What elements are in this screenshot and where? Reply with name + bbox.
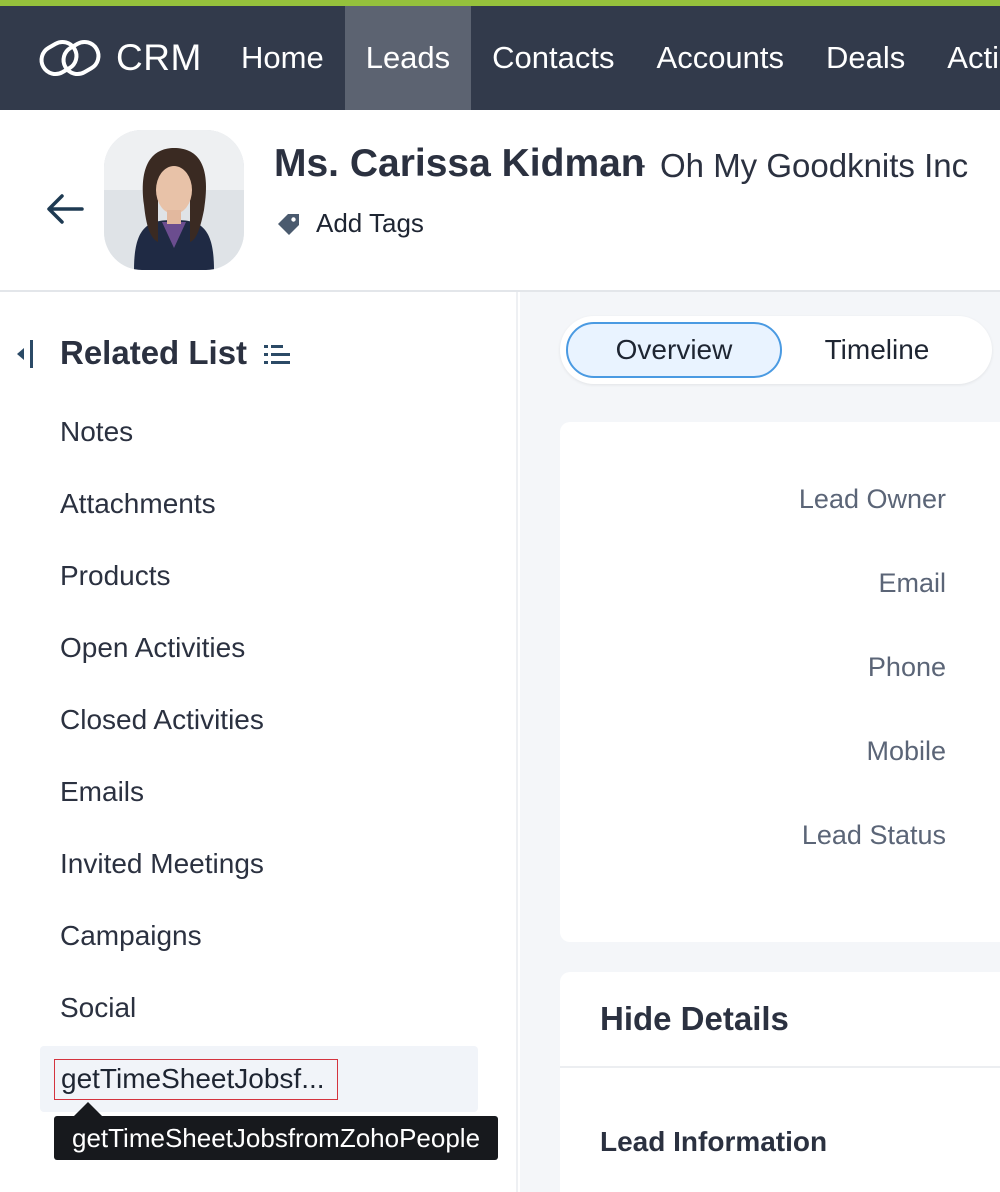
main-nav: Home Leads Contacts Accounts Deals Acti [220,6,1000,110]
divider [560,1066,1000,1068]
field-label-mobile: Mobile [866,736,946,766]
tag-icon [278,213,299,235]
avatar[interactable] [104,130,244,270]
tab-timeline[interactable]: Timeline [788,322,966,378]
related-item-products[interactable]: Products [60,560,171,592]
nav-contacts[interactable]: Contacts [471,6,635,110]
tooltip: getTimeSheetJobsfromZohoPeople [54,1116,499,1160]
view-tab-switch: Overview Timeline [560,316,992,384]
collapse-sidebar-icon[interactable] [14,338,38,370]
related-list-title: Related List [60,334,248,371]
related-item-campaigns[interactable]: Campaigns [60,920,202,952]
related-item-closed-activities[interactable]: Closed Activities [60,704,264,736]
nav-leads[interactable]: Leads [344,6,472,110]
brand[interactable]: CRM [38,36,202,80]
overview-card: Lead Owner Email Phone Mobile Lead Statu… [560,422,1000,942]
nav-accounts[interactable]: Accounts [636,6,806,110]
record-company[interactable]: Oh My Goodknits Inc [660,147,968,185]
related-item-social[interactable]: Social [60,992,136,1024]
nav-deals[interactable]: Deals [805,6,926,110]
record-name: Ms. Carissa Kidman [274,142,645,185]
add-tags-label: Add Tags [316,208,424,238]
main-content: Overview Timeline Lead Owner Email Phone… [520,292,1000,1192]
hide-details-toggle[interactable]: Hide Details [600,1000,789,1038]
field-label-email: Email [878,568,946,598]
tooltip-arrow [74,1102,102,1116]
related-item-get-timesheet-jobs[interactable]: getTimeSheetJobsf... [54,1059,338,1100]
field-label-phone: Phone [867,652,946,682]
field-label-lead-owner: Lead Owner [798,484,946,514]
name-company-separator: - [636,148,646,181]
related-list-sidebar: Related List Notes Attachments Products … [0,292,518,1192]
profile-photo [104,130,244,270]
add-tags-button[interactable]: Add Tags [276,208,424,239]
related-item-emails[interactable]: Emails [60,776,144,808]
related-item-open-activities[interactable]: Open Activities [60,632,245,664]
zoho-crm-logo-icon [39,40,101,76]
related-item-invited-meetings[interactable]: Invited Meetings [60,848,264,880]
reorder-list-icon[interactable] [262,342,292,368]
details-card: Hide Details Lead Information [560,972,1000,1192]
nav-home[interactable]: Home [220,6,345,110]
nav-activities[interactable]: Acti [926,6,1000,110]
record-header: Ms. Carissa Kidman - Oh My Goodknits Inc… [0,110,1000,292]
section-title-lead-information: Lead Information [600,1126,828,1157]
back-arrow-icon[interactable] [44,188,86,230]
field-label-lead-status: Lead Status [801,820,946,850]
top-navigation-bar: CRM Home Leads Contacts Accounts Deals A… [0,0,1000,110]
brand-name: CRM [116,37,202,78]
tab-overview[interactable]: Overview [566,322,782,378]
related-item-attachments[interactable]: Attachments [60,488,216,520]
related-item-notes[interactable]: Notes [60,416,133,448]
